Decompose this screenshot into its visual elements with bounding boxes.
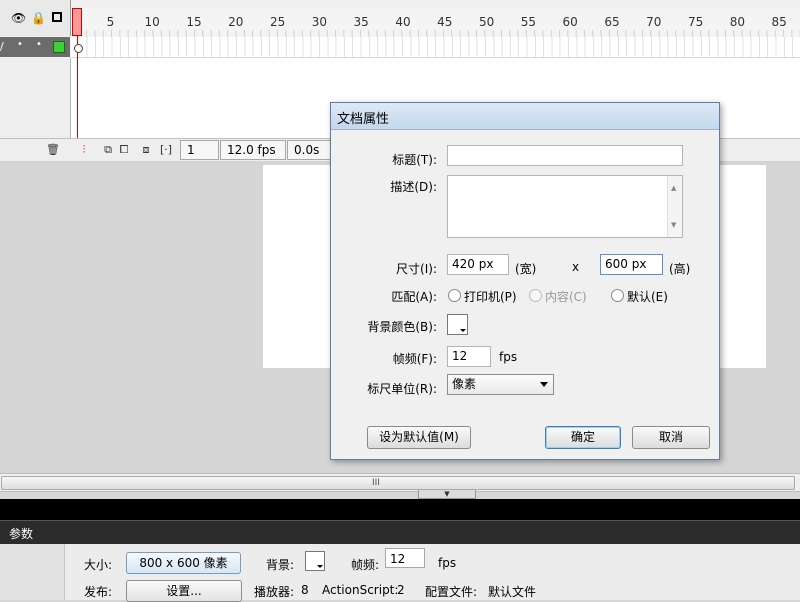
lock-icon[interactable]: 🔒 (31, 11, 46, 25)
ruler-tick-label: 85 (771, 15, 787, 29)
ruler-tick-label: 55 (520, 15, 537, 29)
dialog-title-bar[interactable]: 文档属性 (331, 103, 719, 130)
title-input[interactable] (447, 145, 683, 166)
height-unit: (高) (669, 262, 691, 276)
edit-multiple-frames-icon[interactable]: ⧈ (138, 142, 154, 158)
blank-keyframe[interactable] (74, 44, 83, 53)
width-unit: (宽) (515, 262, 537, 276)
background-label: 背景: (266, 558, 295, 572)
layer-row[interactable]: / • • (0, 37, 70, 57)
fps-unit: fps (438, 556, 457, 570)
ruler-tick-label: 45 (437, 15, 453, 29)
dialog-title: 文档属性 (337, 112, 390, 127)
ruler-tick-label: 5 (106, 15, 115, 29)
description-label: 描述(D): (390, 180, 437, 194)
cancel-button[interactable]: 取消 (632, 426, 710, 449)
playhead[interactable] (72, 8, 82, 36)
times-sign: x (572, 260, 580, 274)
description-scrollbar[interactable]: ▲ ▼ (667, 176, 682, 237)
ruler-tick-label: 75 (687, 15, 704, 29)
scrollbar-grip-icon: III (372, 478, 380, 488)
scrollbar-thumb[interactable]: III (1, 476, 795, 490)
panel-divider (0, 499, 800, 520)
fps-unit: fps (499, 350, 518, 364)
match-label: 匹配(A): (391, 290, 437, 304)
profile-label: 配置文件: (425, 585, 478, 599)
ruler-tick-label: 60 (562, 15, 578, 29)
properties-left-strip (0, 544, 65, 600)
document-size-button[interactable]: 800 x 600 像素 (126, 552, 241, 574)
size-label: 尺寸(I): (396, 262, 437, 276)
width-input[interactable]: 420 px (447, 254, 509, 275)
scroll-up-icon[interactable]: ▲ (671, 179, 676, 197)
publish-settings-button[interactable]: 设置... (126, 580, 242, 602)
fps-input[interactable]: 12 (447, 346, 491, 367)
publish-label: 发布: (84, 585, 113, 599)
eye-icon[interactable]: 👁 (11, 11, 26, 25)
match-default-label[interactable]: 默认(E) (627, 288, 668, 305)
ruler-tick-label: 50 (478, 15, 495, 29)
match-default-radio[interactable] (611, 289, 624, 302)
player-label: 播放器: (254, 585, 295, 599)
profile-value: 默认文件 (488, 585, 537, 599)
current-frame: 1 (180, 140, 219, 160)
ok-button[interactable]: 确定 (545, 426, 621, 449)
fps-label: 帧频: (351, 558, 380, 572)
ruler-tick-label: 65 (604, 15, 620, 29)
ruler-unit-label: 标尺单位(R): (367, 382, 437, 396)
match-contents-label: 内容(C) (545, 290, 587, 304)
layer-frames[interactable] (71, 37, 800, 58)
elapsed-time: 0.0s (287, 140, 331, 160)
description-textarea[interactable]: ▲ ▼ (447, 175, 683, 238)
visibility-dot[interactable]: • (17, 39, 23, 50)
match-contents-radio (529, 289, 542, 302)
ruler-tick-label: 15 (186, 15, 202, 29)
onion-outline-icon[interactable]: ⧠ (116, 142, 132, 158)
size-label: 大小: (84, 558, 113, 572)
match-printer-radio[interactable] (448, 289, 461, 302)
properties-title: 参数 (9, 527, 34, 541)
outline-color-swatch[interactable] (53, 41, 65, 53)
actionscript-label: ActionScript: (322, 583, 399, 597)
collapse-panel-arrow-icon[interactable]: ▼ (418, 490, 476, 499)
frame-ruler[interactable]: 1510152025303540455055606570758085 (71, 8, 800, 39)
actionscript-value: 2 (397, 583, 405, 597)
ruler-tick-label: 35 (353, 15, 369, 29)
frame-rate: 12.0 fps (220, 140, 286, 160)
player-value: 8 (301, 583, 309, 597)
layer-list-empty (0, 58, 71, 138)
trash-icon[interactable]: 🗑 (45, 142, 61, 158)
onion-skin-icon[interactable]: ⧉ (100, 142, 116, 158)
height-input[interactable]: 600 px (600, 254, 663, 275)
layer-header: 👁 🔒 (0, 0, 71, 36)
pencil-icon: / (0, 40, 4, 53)
ruler-unit-select[interactable]: 像素 (447, 374, 554, 395)
document-properties-dialog: 文档属性 标题(T): 描述(D): ▲ ▼ 尺寸(I): 420 px (宽)… (330, 102, 720, 460)
bg-color-label: 背景颜色(B): (367, 320, 437, 334)
ruler-tick-label: 25 (269, 15, 286, 29)
background-color-swatch[interactable] (305, 551, 325, 571)
properties-header[interactable]: 参数 (0, 520, 800, 545)
ruler-tick-label: 70 (646, 15, 662, 29)
scroll-down-icon[interactable]: ▼ (671, 216, 676, 234)
ruler-tick-label: 20 (228, 15, 244, 29)
fps-input[interactable]: 12 (385, 548, 425, 568)
fps-label: 帧频(F): (392, 352, 437, 366)
onion-markers-icon[interactable]: [·] (158, 142, 174, 158)
match-printer-label[interactable]: 打印机(P) (464, 288, 517, 305)
center-frame-icon[interactable]: ⫶ (76, 142, 92, 158)
ruler-tick-label: 10 (144, 15, 160, 29)
ruler-tick-label: 80 (729, 15, 746, 29)
lock-dot[interactable]: • (36, 39, 42, 50)
ruler-tick-label: 40 (395, 15, 411, 29)
outline-icon[interactable] (50, 11, 64, 25)
make-default-button[interactable]: 设为默认值(M) (367, 426, 471, 449)
title-label: 标题(T): (392, 153, 437, 167)
horizontal-scrollbar[interactable]: III (0, 473, 800, 492)
ruler-tick-label: 30 (311, 15, 328, 29)
bg-color-swatch[interactable] (447, 314, 468, 335)
